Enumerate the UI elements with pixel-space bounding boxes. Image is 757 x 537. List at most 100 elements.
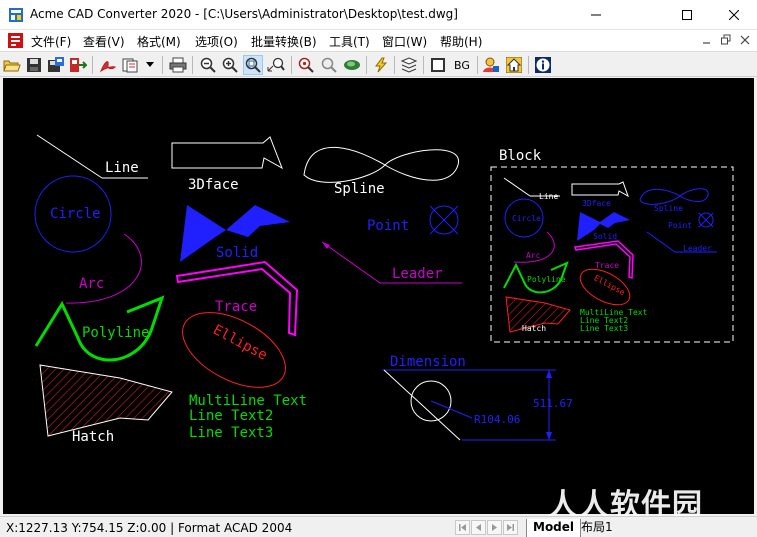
title-bar: Acme CAD Converter 2020 - [C:\Users\Admi… (0, 0, 757, 30)
menu-bar: 文件(F) 查看(V) 格式(M) 选项(O) 批量转换(B) 工具(T) 窗口… (0, 30, 757, 51)
skip-last-icon (507, 524, 514, 531)
app-icon (9, 8, 23, 22)
export-pages-icon (122, 58, 138, 73)
menu-options[interactable]: 选项(O) (195, 33, 238, 50)
bg-label: BG (454, 58, 470, 72)
register-button[interactable] (481, 55, 501, 75)
zoom-previous-icon (321, 57, 337, 73)
zoom-in-button[interactable] (220, 55, 240, 75)
pdf-button[interactable] (98, 55, 118, 75)
toolbar: BG (0, 51, 757, 77)
close-button[interactable] (711, 0, 757, 30)
printer-icon (169, 57, 187, 73)
linear-dim-label: 511.67 (533, 397, 573, 410)
zoom-extents-button[interactable] (296, 55, 316, 75)
face3d-label: 3Dface (188, 177, 239, 193)
mdi-restore-button[interactable] (719, 33, 733, 47)
block-face3d-label: 3Dface (582, 199, 611, 208)
dimension-diagonal (383, 369, 461, 441)
white-background-button[interactable] (428, 55, 448, 75)
next-layout-button[interactable] (487, 520, 502, 535)
hatch-entity (39, 364, 173, 437)
zoom-previous-button[interactable] (319, 55, 339, 75)
minimize-button[interactable] (573, 0, 619, 30)
pdf-icon (99, 61, 116, 73)
layers-button[interactable] (342, 55, 362, 75)
face3d-entity (171, 136, 283, 170)
block-polyline-label: Polyline (527, 275, 566, 284)
menu-window[interactable]: 窗口(W) (382, 33, 427, 50)
save-as-icon (48, 57, 64, 72)
toolbar-separator (162, 56, 163, 74)
mdi-close-button[interactable] (738, 33, 752, 47)
block-ellipse-label: Ellipse (592, 273, 626, 297)
zoom-out-button[interactable] (198, 55, 218, 75)
menu-help[interactable]: 帮助(H) (440, 33, 482, 50)
previous-icon (476, 524, 481, 531)
mdi-restore-icon (721, 34, 731, 45)
drawing-canvas[interactable]: Line 3Dface Spline Circle Solid Point Ar… (3, 78, 754, 514)
home-icon (506, 57, 522, 73)
layout-nav (455, 520, 519, 535)
previous-layout-button[interactable] (471, 520, 486, 535)
about-button[interactable] (533, 55, 553, 75)
mdi-minimize-button[interactable] (700, 33, 714, 47)
zoom-window-button[interactable] (243, 55, 263, 75)
print-button[interactable] (168, 55, 188, 75)
convert-button[interactable] (68, 55, 88, 75)
save-button[interactable] (24, 55, 44, 75)
open-folder-icon (3, 60, 21, 72)
block-spline (639, 188, 709, 205)
save-as-button[interactable] (46, 55, 66, 75)
block-face3d (571, 181, 629, 198)
block-mtext-3: Line Text3 (580, 324, 628, 333)
menu-format[interactable]: 格式(M) (137, 33, 181, 50)
mdi-close-icon (740, 35, 750, 45)
dim-arrow-bottom (546, 432, 552, 440)
line-entity (36, 134, 103, 179)
block-solid-label: Solid (593, 232, 617, 241)
menu-view[interactable]: 查看(V) (83, 33, 125, 50)
export-dropdown-button[interactable] (143, 55, 157, 75)
tab-layout1[interactable]: 布局1 (575, 519, 619, 537)
pan-zoom-icon (267, 57, 285, 72)
solid-label: Solid (216, 245, 258, 261)
export-button[interactable] (121, 55, 141, 75)
status-bar: X:1227.13 Y:754.15 Z:0.00 | Format ACAD … (0, 516, 757, 537)
mtext-line-1: MultiLine Text (189, 393, 307, 409)
spline-entity (303, 147, 459, 183)
arc-entity (65, 233, 142, 304)
home-button[interactable] (504, 55, 524, 75)
redraw-button[interactable] (371, 55, 391, 75)
menu-tools[interactable]: 工具(T) (329, 33, 370, 50)
hatch-label: Hatch (72, 429, 114, 445)
document-icon[interactable] (8, 33, 23, 48)
menu-file[interactable]: 文件(F) (31, 33, 71, 50)
circle-label: Circle (50, 206, 101, 222)
tab-model[interactable]: Model (526, 519, 582, 537)
toolbar-separator (528, 56, 529, 74)
chevron-down-icon (146, 62, 154, 67)
toolbar-separator (192, 56, 193, 74)
maximize-button[interactable] (664, 0, 710, 30)
last-layout-button[interactable] (503, 520, 518, 535)
menu-batch-convert[interactable]: 批量转换(B) (251, 33, 317, 50)
background-color-button[interactable]: BG (451, 55, 473, 75)
mdi-minimize-icon (703, 42, 710, 44)
layer-list-button[interactable] (399, 55, 419, 75)
info-icon (535, 57, 551, 73)
minimize-icon (591, 14, 601, 16)
horizontal-scrollbar[interactable] (626, 520, 754, 534)
block-label: Block (499, 148, 542, 164)
zoom-out-icon (200, 57, 216, 73)
pan-zoom-button[interactable] (266, 55, 286, 75)
save-icon (27, 58, 41, 72)
zoom-extents-icon (298, 57, 314, 73)
open-button[interactable] (2, 55, 22, 75)
toolbar-separator (92, 56, 93, 74)
skip-first-icon (459, 524, 466, 531)
spline-label: Spline (334, 181, 385, 197)
polyline-label: Polyline (82, 325, 149, 341)
first-layout-button[interactable] (455, 520, 470, 535)
block-contents: Line 3Dface Spline Circle Solid Point Ar… (503, 177, 717, 333)
